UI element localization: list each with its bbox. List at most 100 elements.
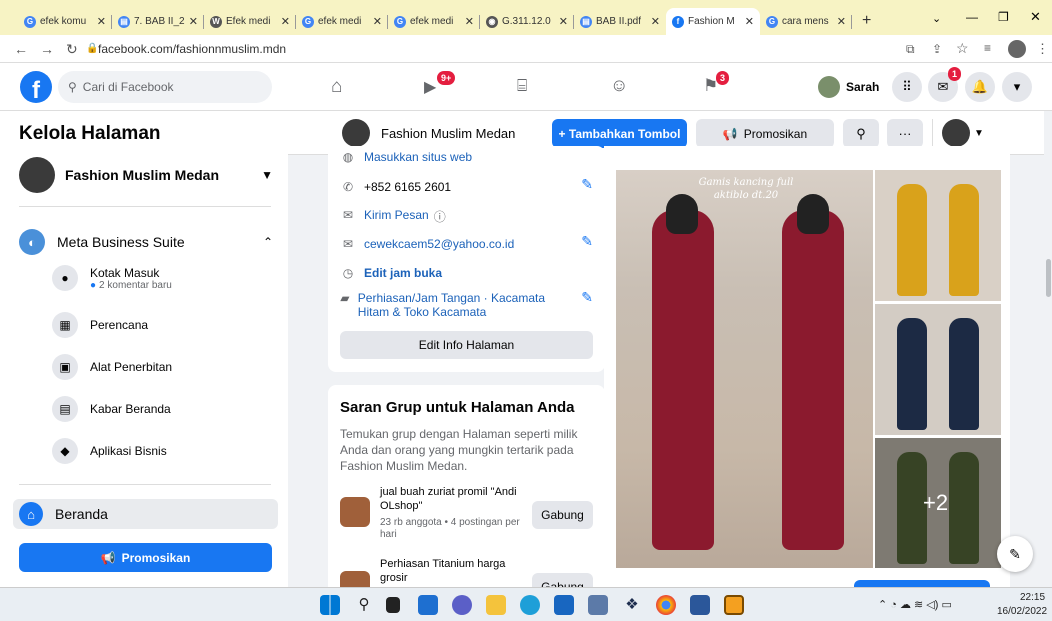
close-tab-icon[interactable]: ✕ (555, 15, 568, 28)
close-tab-icon[interactable]: ✕ (461, 15, 474, 28)
edit-hours-link[interactable]: Edit jam buka (364, 266, 442, 280)
email-link[interactable]: cewekcaem52@yahoo.co.id (364, 237, 514, 251)
page-search-button[interactable]: ⚲ (843, 119, 879, 148)
page-scrollbar[interactable] (1044, 111, 1052, 587)
promote-button[interactable]: 📢 Promosikan (19, 543, 272, 572)
post-thumb-navy[interactable] (875, 304, 1001, 435)
system-tray-icons[interactable]: ⌃ ◔ ☁ ≋ ◁) ▭ (878, 598, 952, 611)
translate-icon[interactable]: ⧉ (906, 42, 915, 57)
sidebar-item-news-feed[interactable]: ▤ Kabar Beranda (52, 394, 272, 424)
task-view-icon[interactable] (386, 597, 400, 613)
edit-pencil-icon[interactable]: ✎ (581, 289, 593, 306)
business-suite-toggle[interactable]: ◐ Meta Business Suite ⌃ (19, 229, 273, 255)
sidebar-item-publishing-tools[interactable]: ▣ Alat Penerbitan (52, 352, 272, 382)
category-row[interactable]: ▰ Perhiasan/Jam Tangan · Kacamata Hitam … (340, 291, 553, 319)
info-icon[interactable]: ⓘ (434, 208, 446, 225)
widgets-icon[interactable] (418, 595, 438, 615)
browser-tab[interactable]: Gcara mens ✕ (760, 8, 852, 35)
groups-icon[interactable]: ☺ (610, 75, 628, 96)
edge-icon[interactable] (520, 595, 540, 615)
search-box[interactable]: ⚲ Cari di Facebook (58, 71, 272, 103)
close-tab-icon[interactable]: ✕ (647, 15, 660, 28)
share-icon[interactable]: ⇪ (932, 42, 942, 56)
clock-date[interactable]: 16/02/2022 (997, 606, 1047, 617)
browser-tab[interactable]: Gefek medi ✕ (388, 8, 480, 35)
send-message-link[interactable]: Kirim Pesan (364, 208, 429, 222)
browser-tab[interactable]: f Fashion M ✕ (666, 8, 760, 35)
group-thumbnail[interactable] (340, 497, 370, 527)
sidebar-item-beranda[interactable]: ⌂ Beranda (13, 499, 278, 529)
browser-tab[interactable]: Gefek medi ✕ (296, 8, 388, 35)
browser-tab[interactable]: ◉ G.311.12.0 ✕ (480, 8, 574, 35)
edit-pencil-icon[interactable]: ✎ (581, 233, 593, 250)
clock-time[interactable]: 22:15 (1020, 592, 1045, 603)
forward-icon[interactable]: → (40, 41, 54, 57)
back-icon[interactable]: ← (14, 41, 28, 57)
edit-pencil-icon[interactable]: ✎ (581, 176, 593, 193)
chrome-icon[interactable] (656, 595, 676, 615)
hours-row[interactable]: ◷ Edit jam buka (340, 266, 593, 280)
join-group-button[interactable]: Gabung (532, 501, 593, 529)
sidebar-item-planner[interactable]: ▦ Perencana (52, 310, 272, 340)
facebook-logo-icon[interactable]: f (20, 71, 52, 103)
close-tab-icon[interactable]: ✕ (185, 15, 198, 28)
close-window-icon[interactable]: ✕ (1030, 9, 1041, 25)
home-icon[interactable]: ⌂ (331, 76, 342, 98)
group-thumbnail[interactable] (340, 571, 370, 587)
search-icon[interactable]: ⚲ (354, 595, 374, 615)
close-tab-icon[interactable]: ✕ (741, 15, 754, 28)
website-row[interactable]: ◍ Masukkan situs web (340, 150, 593, 164)
word-icon[interactable] (690, 595, 710, 615)
restore-icon[interactable]: ❐ (998, 10, 1009, 24)
browser-tab[interactable]: W Efek medi ✕ (204, 8, 296, 35)
promote-button[interactable]: 📢 Promosikan (696, 119, 834, 148)
add-button-button[interactable]: + Tambahkan Tombol (552, 119, 687, 148)
teams-chat-icon[interactable] (452, 595, 472, 615)
post-thumb-olive-more[interactable]: +2 (875, 438, 1001, 568)
close-tab-icon[interactable]: ✕ (93, 15, 106, 28)
close-tab-icon[interactable]: ✕ (277, 15, 290, 28)
account-menu-button[interactable]: ▾ (1002, 72, 1032, 102)
message-row[interactable]: ✉ Kirim Pesan ⓘ (340, 208, 593, 225)
post-main-photo[interactable]: Gamis kancing full aktiblo dt.20 (616, 170, 873, 568)
email-row[interactable]: ✉ cewekcaem52@yahoo.co.id (340, 237, 593, 251)
sidebar-item-business-apps[interactable]: ◆ Aplikasi Bisnis (52, 436, 272, 466)
app-checkbox-icon[interactable] (724, 595, 744, 615)
category-link[interactable]: Perhiasan/Jam Tangan · Kacamata Hitam & … (358, 291, 553, 319)
minimize-icon[interactable]: — (966, 10, 978, 24)
page-name[interactable]: Fashion Muslim Medan (381, 126, 515, 141)
profile-avatar[interactable] (1008, 40, 1026, 58)
tab-search-icon[interactable]: ⌄ (932, 12, 941, 25)
marketplace-icon[interactable]: ⌸ (517, 76, 527, 96)
join-group-button[interactable]: Gabung (532, 573, 593, 587)
close-tab-icon[interactable]: ✕ (369, 15, 382, 28)
more-options-button[interactable]: ··· (887, 119, 923, 148)
page-switcher[interactable]: ▼ (942, 119, 984, 147)
file-explorer-icon[interactable] (486, 595, 506, 615)
store-icon[interactable] (554, 595, 574, 615)
close-tab-icon[interactable]: ✕ (833, 15, 846, 28)
group-suggestion-item[interactable]: jual buah zuriat promil "Andi OLshop" 23 … (340, 485, 593, 547)
group-name[interactable]: jual buah zuriat promil "Andi OLshop" (380, 485, 530, 513)
menu-grid-button[interactable]: ⠿ (892, 72, 922, 102)
watch-icon[interactable]: ▶ (424, 77, 436, 97)
windows-start-icon[interactable] (320, 595, 340, 615)
user-profile-button[interactable]: Sarah (818, 76, 879, 98)
reload-icon[interactable]: ↻ (66, 41, 78, 58)
browser-tab[interactable]: Gefek komu ✕ (18, 8, 112, 35)
sidebar-item-inbox[interactable]: ● Kotak Masuk ● 2 komentar baru (52, 263, 272, 293)
group-name[interactable]: Perhiasan Titanium harga grosir (380, 557, 530, 585)
browser-tab[interactable]: ▤ 7. BAB II_2 ✕ (112, 8, 204, 35)
search-input[interactable]: Cari di Facebook (83, 80, 174, 94)
new-message-button[interactable]: ✎ (997, 536, 1033, 572)
dropbox-icon[interactable]: ❖ (622, 595, 642, 615)
menu-dots-icon[interactable]: ⋮ (1036, 41, 1049, 57)
new-tab-button[interactable]: + (862, 12, 871, 30)
edit-page-info-button[interactable]: Edit Info Halaman (340, 331, 593, 359)
website-link[interactable]: Masukkan situs web (364, 150, 472, 164)
browser-tab[interactable]: ▤ BAB II.pdf ✕ (574, 8, 666, 35)
page-selector[interactable]: Fashion Muslim Medan ▼ (19, 157, 273, 193)
bookmark-star-icon[interactable]: ☆ (956, 40, 969, 57)
calculator-icon[interactable] (588, 595, 608, 615)
scrollbar-thumb[interactable] (1046, 259, 1051, 297)
